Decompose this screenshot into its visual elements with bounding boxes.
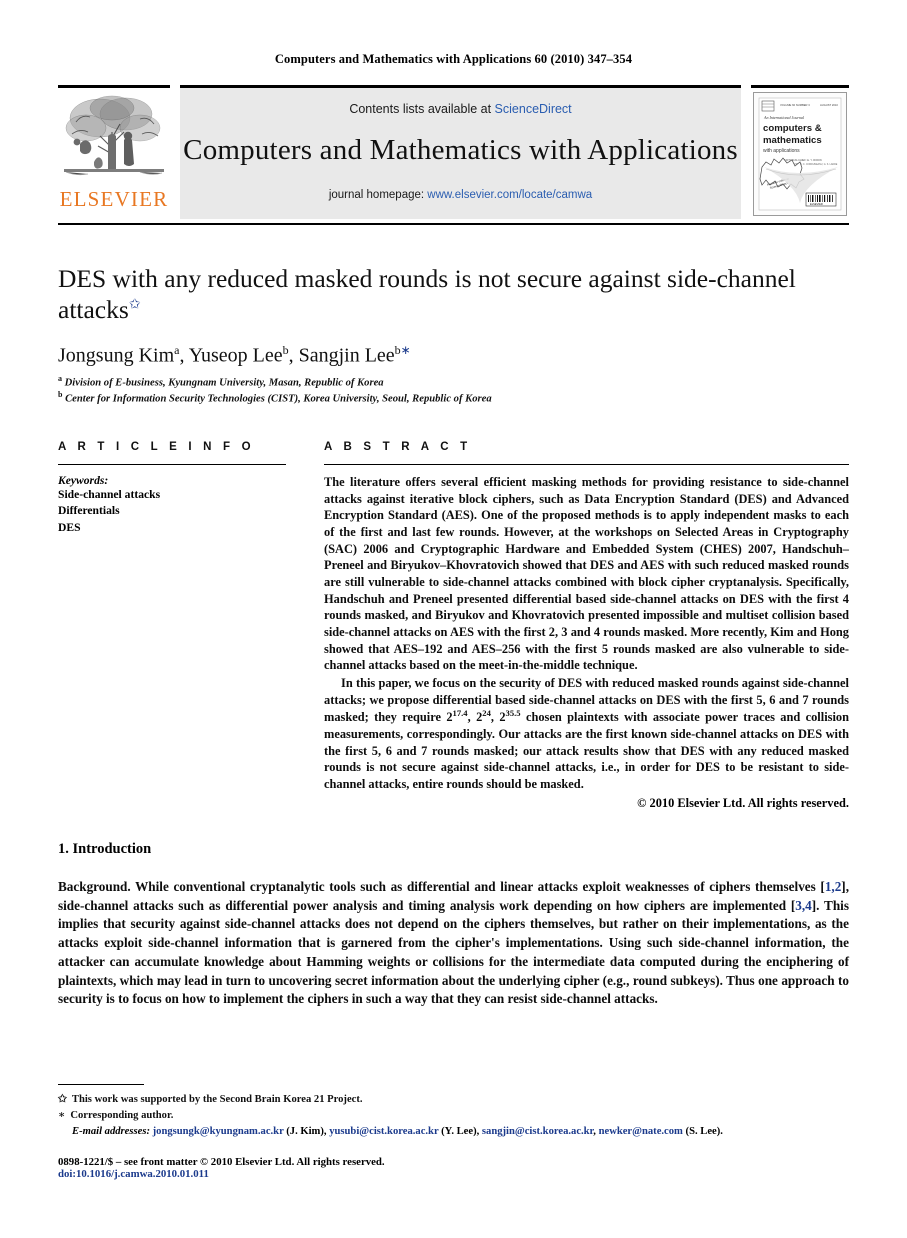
keyword-item: DES [58,520,81,534]
abstract-rule [324,463,849,465]
svg-text:An International Journal: An International Journal [763,115,805,120]
affiliation-marker: a [58,373,62,383]
journal-cover-block: VOLUME 60 NUMBER 3 AUGUST 2010 An Intern… [751,85,849,219]
author-name: Sangjin Lee [298,344,395,367]
exponent-1: 17.4 [452,708,468,719]
email-owner: (S. Lee) [685,1126,721,1138]
citation-link[interactable]: 3,4 [795,898,811,913]
emails-label: E-mail addresses: [72,1126,150,1138]
author-affil-marker[interactable]: b [283,343,289,357]
footnote-emails: E-mail addresses: jongsungk@kyungnam.ac.… [72,1126,723,1138]
info-abstract-section: A R T I C L E I N F O Keywords: Side-cha… [58,441,849,811]
title-footnote-marker[interactable]: ✩ [129,298,141,313]
email-owner: (J. Kim) [286,1126,324,1138]
intro-text-3: ]. This implies that security against si… [58,897,849,1007]
author-list: Jongsung Kima, Yuseop Leeb, Sangjin Leeb… [58,343,411,367]
keyword-item: Side-channel attacks [58,487,161,501]
svg-text:AUGUST 2010: AUGUST 2010 [820,103,838,107]
svg-text:ELSEVIER: ELSEVIER [810,202,823,206]
article-info-column: A R T I C L E I N F O Keywords: Side-cha… [58,441,286,811]
email-link[interactable]: jongsungk@kyungnam.ac.kr [153,1126,284,1137]
svg-text:with applications: with applications [763,148,800,154]
author-affil-marker[interactable]: a [174,343,179,357]
email-link[interactable]: newker@nate.com [599,1126,683,1137]
corresponding-author-marker[interactable]: ∗ [401,343,411,357]
abstract-copyright: © 2010 Elsevier Ltd. All rights reserved… [637,795,849,810]
elsevier-wordmark: ELSEVIER [59,187,169,211]
author-name: Jongsung Kim [58,344,175,367]
paper-page: Computers and Mathematics with Applicati… [0,0,907,1238]
introduction-section: 1. Introduction Background. While conven… [58,841,849,1009]
footnote-corresponding: ∗ Corresponding author. [58,1108,849,1124]
doi-link[interactable]: doi:10.1016/j.camwa.2010.01.011 [58,1168,849,1180]
introduction-paragraph: Background. While conventional cryptanal… [58,878,849,1009]
journal-title: Computers and Mathematics with Applicati… [183,134,738,166]
footnote-divider [58,1084,144,1086]
journal-banner: Contents lists available at ScienceDirec… [180,85,741,219]
svg-text:computers &: computers & [763,123,822,134]
email-link[interactable]: yusubi@cist.korea.ac.kr [329,1126,438,1137]
email-owner: (Y. Lee) [441,1126,477,1138]
abstract-paragraph-1: The literature offers several efficient … [324,474,849,673]
contents-available-line: Contents lists available at ScienceDirec… [349,102,571,116]
keywords-heading: Keywords: [58,473,109,487]
page-title: DES with any reduced masked rounds is no… [58,263,849,325]
homepage-prefix: journal homepage: [328,189,428,201]
journal-masthead: ELSEVIER Contents lists available at Sci… [58,85,849,219]
running-head: Computers and Mathematics with Applicati… [274,52,633,66]
affiliation-text: Center for Information Security Technolo… [65,393,492,405]
author-name: Yuseop Lee [188,344,283,367]
abstract-column: A B S T R A C T The literature offers se… [324,441,849,811]
abstract-label: A B S T R A C T [324,440,472,453]
issn-copyright-line: 0898-1221/$ – see front matter © 2010 El… [58,1156,385,1168]
paragraph-lead-in: Background. [58,878,131,894]
affiliation: a Division of E-business, Kyungnam Unive… [58,374,849,389]
footnote-asterisk-marker: ∗ [58,1110,66,1122]
abstract-p2-text-2: , 2 [467,710,483,725]
email-link[interactable]: sangjin@cist.korea.ac.kr [482,1126,593,1137]
introduction-heading: 1. Introduction [58,840,152,857]
footnote-star-marker: ✩ [58,1094,67,1106]
intro-text-1: While conventional cryptanalytic tools s… [130,878,825,894]
footnotes-block: ✩ This work was supported by the Second B… [58,1084,849,1180]
cover-artwork: VOLUME 60 NUMBER 3 AUGUST 2010 An Intern… [754,93,846,215]
contents-prefix: Contents lists available at [349,102,495,116]
svg-text:mathematics: mathematics [763,135,822,146]
footnote-corresponding-text: Corresponding author. [70,1110,174,1122]
keyword-item: Differentials [58,504,120,518]
paper-title-text: DES with any reduced masked rounds is no… [58,264,796,325]
journal-cover-thumbnail: VOLUME 60 NUMBER 3 AUGUST 2010 An Intern… [753,92,847,216]
svg-text:VOLUME 60 NUMBER 3: VOLUME 60 NUMBER 3 [780,103,810,107]
article-info-rule [58,463,286,465]
footnote-funding-text: This work was supported by the Second Br… [71,1094,363,1106]
abstract-body: The literature offers several efficient … [324,474,849,793]
imprint-block: 0898-1221/$ – see front matter © 2010 El… [58,1156,849,1180]
footnote-funding: ✩ This work was supported by the Second B… [58,1092,849,1108]
publisher-logo-block: ELSEVIER [58,85,170,219]
exponent-2: 24 [482,708,491,719]
journal-homepage-line: journal homepage: www.elsevier.com/locat… [329,189,592,201]
affiliation: b Center for Information Security Techno… [58,390,849,405]
title-block: DES with any reduced masked rounds is no… [58,263,849,405]
elsevier-tree-icon [64,95,164,176]
affiliation-text: Division of E-business, Kyungnam Univers… [64,377,384,389]
abstract-p2-text-3: , 2 [490,710,506,725]
masthead-divider [58,223,849,225]
affiliation-marker: b [58,390,63,400]
journal-homepage-link[interactable]: www.elsevier.com/locate/camwa [427,189,592,201]
abstract-paragraph-2: In this paper, we focus on the security … [324,675,849,793]
citation-link[interactable]: 1,2 [825,879,841,894]
article-info-label: A R T I C L E I N F O [58,440,255,453]
sciencedirect-link[interactable]: ScienceDirect [495,102,572,116]
exponent-3: 35.5 [505,708,521,719]
